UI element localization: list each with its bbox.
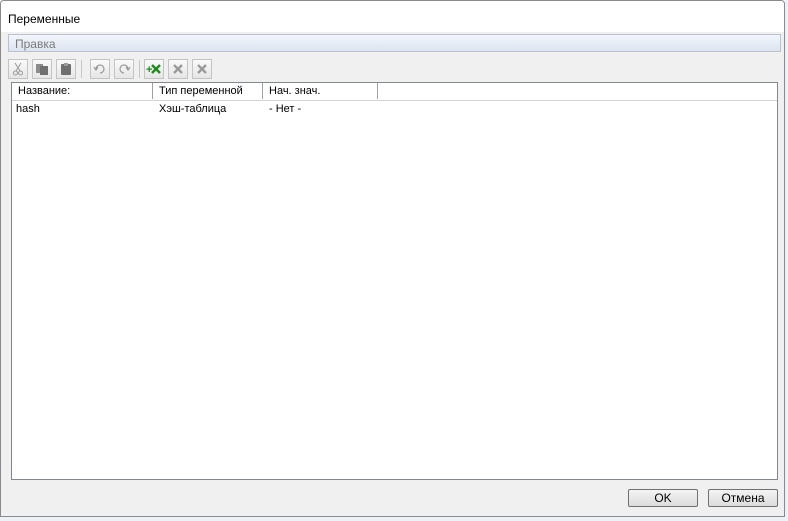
- cancel-button[interactable]: Отмена: [708, 489, 778, 507]
- delete-all-icon: [197, 64, 207, 74]
- table-header: Название: Тип переменной Нач. знач.: [12, 83, 777, 101]
- title-bar[interactable]: Переменные: [1, 1, 784, 32]
- menu-bar: Правка: [8, 34, 781, 52]
- variables-table[interactable]: Название: Тип переменной Нач. знач. hash…: [11, 82, 778, 480]
- copy-icon: [36, 64, 48, 75]
- redo-icon: [119, 64, 131, 74]
- cell-initial-value: - Нет -: [269, 103, 302, 115]
- table-row[interactable]: hash Хэш-таблица - Нет -: [12, 101, 777, 118]
- add-variable-button[interactable]: +: [144, 59, 164, 79]
- add-variable-icon: +: [146, 64, 161, 76]
- cut-button[interactable]: [8, 59, 28, 79]
- toolbar-separator: [139, 60, 140, 78]
- cell-name: hash: [16, 103, 40, 115]
- delete-all-button[interactable]: [192, 59, 212, 79]
- window-title: Переменные: [8, 12, 81, 26]
- toolbar: +: [8, 57, 781, 81]
- menu-edit[interactable]: Правка: [15, 37, 56, 51]
- variables-dialog: Переменные Правка + Название: Тип переме…: [0, 0, 785, 517]
- cell-type: Хэш-таблица: [159, 103, 227, 115]
- undo-button[interactable]: [90, 59, 110, 79]
- column-header-type[interactable]: Тип переменной: [153, 83, 263, 99]
- delete-icon: [173, 64, 183, 74]
- column-header-name[interactable]: Название:: [12, 83, 153, 99]
- ok-button[interactable]: OK: [628, 489, 698, 507]
- redo-button[interactable]: [114, 59, 134, 79]
- undo-icon: [93, 64, 105, 74]
- cut-icon: [13, 62, 23, 76]
- paste-icon: [61, 63, 71, 75]
- column-header-initial-value[interactable]: Нач. знач.: [263, 83, 378, 99]
- toolbar-separator: [81, 60, 82, 78]
- paste-button[interactable]: [56, 59, 76, 79]
- delete-variable-button[interactable]: [168, 59, 188, 79]
- copy-button[interactable]: [32, 59, 52, 79]
